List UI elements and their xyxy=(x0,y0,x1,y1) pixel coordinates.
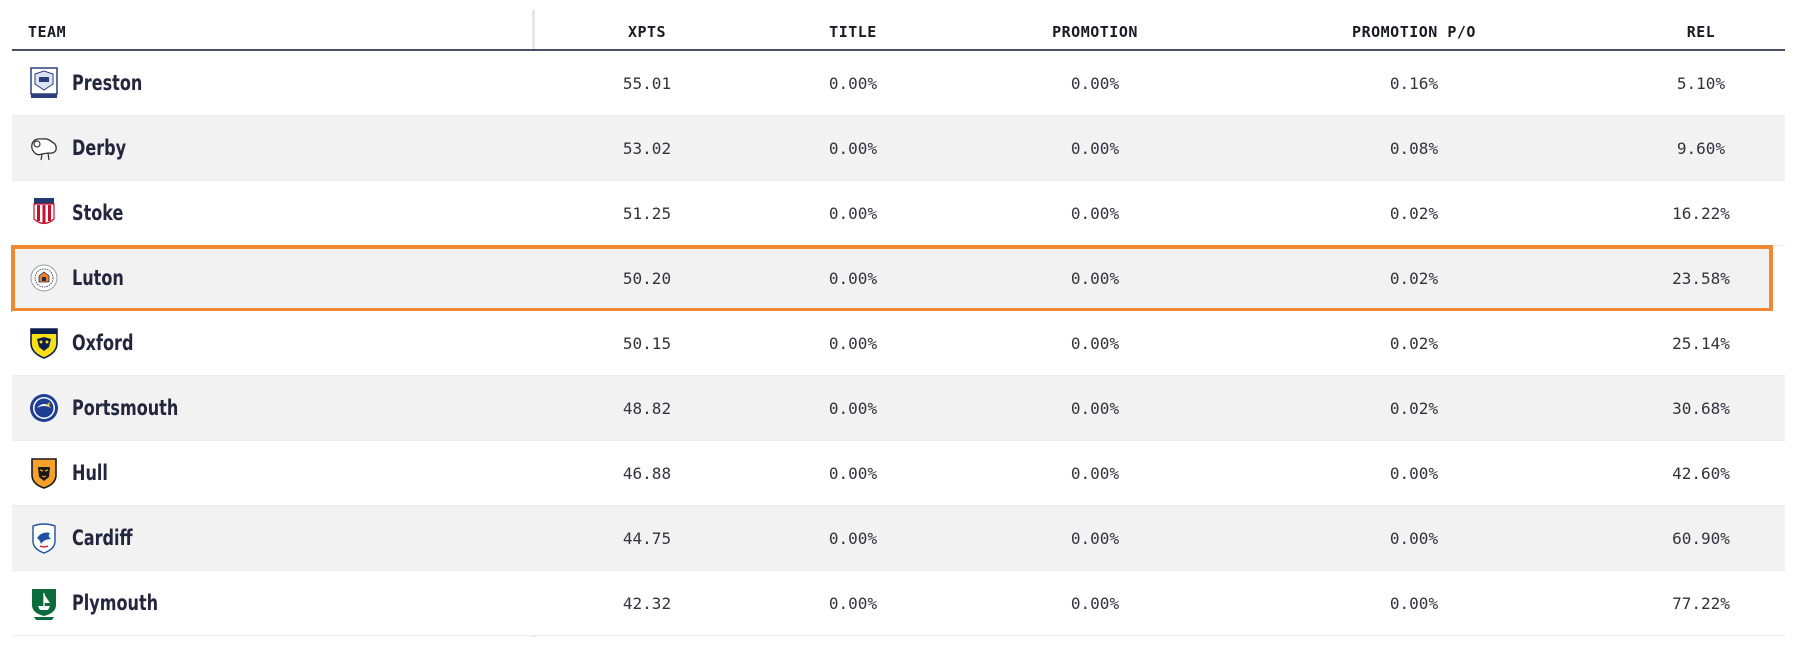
rel-value: 77.22% xyxy=(1672,593,1730,613)
title-value: 0.00% xyxy=(828,73,878,93)
table-row: Portsmouth 48.82 0.00% 0.00% 0.02% 30.68… xyxy=(12,376,1785,441)
team-name: Portsmouth xyxy=(72,396,179,420)
xpts-value: 51.25 xyxy=(622,203,672,223)
team-name: Luton xyxy=(72,266,124,290)
rel-value: 9.60% xyxy=(1676,138,1726,158)
stoke-crest-icon xyxy=(28,195,60,231)
team-name: Cardiff xyxy=(72,526,133,550)
promotion-value: 0.00% xyxy=(1070,138,1120,158)
promotion-po-value: 0.00% xyxy=(1389,593,1439,613)
team-cell[interactable]: Luton xyxy=(28,246,528,310)
title-value: 0.00% xyxy=(828,138,878,158)
derby-ram-crest-icon xyxy=(28,130,60,166)
rel-value: 25.14% xyxy=(1672,333,1730,353)
rel-value: 5.10% xyxy=(1676,73,1726,93)
promotion-value: 0.00% xyxy=(1070,203,1120,223)
team-cell[interactable]: Derby xyxy=(28,116,528,180)
header-rel[interactable]: REL xyxy=(1646,10,1756,51)
rel-value: 60.90% xyxy=(1672,528,1730,548)
promotion-po-value: 0.02% xyxy=(1389,398,1439,418)
xpts-value: 46.88 xyxy=(622,463,672,483)
header-promotion-po[interactable]: PROMOTION P/O xyxy=(1314,10,1514,51)
promotion-po-value: 0.00% xyxy=(1389,463,1439,483)
promotion-value: 0.00% xyxy=(1070,528,1120,548)
xpts-value: 50.20 xyxy=(622,268,672,288)
rel-value: 42.60% xyxy=(1672,463,1730,483)
title-value: 0.00% xyxy=(828,333,878,353)
title-value: 0.00% xyxy=(828,203,878,223)
promotion-po-value: 0.00% xyxy=(1389,528,1439,548)
title-value: 0.00% xyxy=(828,593,878,613)
oxford-crest-icon xyxy=(28,325,60,361)
table-row: Stoke 51.25 0.00% 0.00% 0.02% 16.22% xyxy=(12,181,1785,246)
rel-value: 16.22% xyxy=(1672,203,1730,223)
xpts-value: 50.15 xyxy=(622,333,672,353)
table-row-highlighted: Luton 50.20 0.00% 0.00% 0.02% 23.58% xyxy=(11,245,1773,312)
hull-tiger-crest-icon xyxy=(28,455,60,491)
luton-crest-icon xyxy=(28,260,60,296)
team-cell[interactable]: Portsmouth xyxy=(28,376,528,440)
title-value: 0.00% xyxy=(828,528,878,548)
cardiff-bluebird-crest-icon xyxy=(28,520,60,556)
promotion-value: 0.00% xyxy=(1070,73,1120,93)
plymouth-ship-crest-icon xyxy=(28,585,60,621)
xpts-value: 48.82 xyxy=(622,398,672,418)
team-name: Plymouth xyxy=(72,591,159,615)
xpts-value: 55.01 xyxy=(622,73,672,93)
promotion-value: 0.00% xyxy=(1070,593,1120,613)
team-cell[interactable]: Plymouth xyxy=(28,571,528,635)
table-row: Preston 55.01 0.00% 0.00% 0.16% 5.10% xyxy=(12,51,1785,116)
team-name: Derby xyxy=(72,136,127,160)
promotion-value: 0.00% xyxy=(1070,268,1120,288)
rel-value: 23.58% xyxy=(1672,268,1730,288)
table-row: Derby 53.02 0.00% 0.00% 0.08% 9.60% xyxy=(12,116,1785,181)
promotion-value: 0.00% xyxy=(1070,333,1120,353)
header-promotion[interactable]: PROMOTION xyxy=(1020,10,1170,51)
table-row: Oxford 50.15 0.00% 0.00% 0.02% 25.14% xyxy=(12,311,1785,376)
promotion-po-value: 0.08% xyxy=(1389,138,1439,158)
promotion-value: 0.00% xyxy=(1070,398,1120,418)
team-cell[interactable]: Cardiff xyxy=(28,506,528,570)
team-cell[interactable]: Hull xyxy=(28,441,528,505)
team-name: Preston xyxy=(72,71,143,95)
promotion-po-value: 0.02% xyxy=(1389,333,1439,353)
header-xpts[interactable]: XPTS xyxy=(592,10,702,51)
title-value: 0.00% xyxy=(828,268,878,288)
team-cell[interactable]: Oxford xyxy=(28,311,528,375)
promotion-value: 0.00% xyxy=(1070,463,1120,483)
title-value: 0.00% xyxy=(828,463,878,483)
promotion-po-value: 0.16% xyxy=(1389,73,1439,93)
standings-table: TEAM XPTS TITLE PROMOTION PROMOTION P/O … xyxy=(11,10,1785,637)
table-row: Plymouth 42.32 0.00% 0.00% 0.00% 77.22% xyxy=(12,571,1785,636)
header-team[interactable]: TEAM xyxy=(28,10,528,51)
team-cell[interactable]: Stoke xyxy=(28,181,528,245)
rel-value: 30.68% xyxy=(1672,398,1730,418)
preston-crest-icon xyxy=(28,65,60,101)
xpts-value: 44.75 xyxy=(622,528,672,548)
table-row: Cardiff 44.75 0.00% 0.00% 0.00% 60.90% xyxy=(12,506,1785,571)
team-name: Hull xyxy=(72,461,108,485)
xpts-value: 53.02 xyxy=(622,138,672,158)
promotion-po-value: 0.02% xyxy=(1389,203,1439,223)
portsmouth-crest-icon xyxy=(28,390,60,426)
header-title[interactable]: TITLE xyxy=(788,10,918,51)
team-name: Stoke xyxy=(72,201,124,225)
xpts-value: 42.32 xyxy=(622,593,672,613)
title-value: 0.00% xyxy=(828,398,878,418)
table-header: TEAM XPTS TITLE PROMOTION PROMOTION P/O … xyxy=(12,10,1785,51)
promotion-po-value: 0.02% xyxy=(1389,268,1439,288)
team-cell[interactable]: Preston xyxy=(28,51,528,115)
table-row: Hull 46.88 0.00% 0.00% 0.00% 42.60% xyxy=(12,441,1785,506)
team-name: Oxford xyxy=(72,331,134,355)
